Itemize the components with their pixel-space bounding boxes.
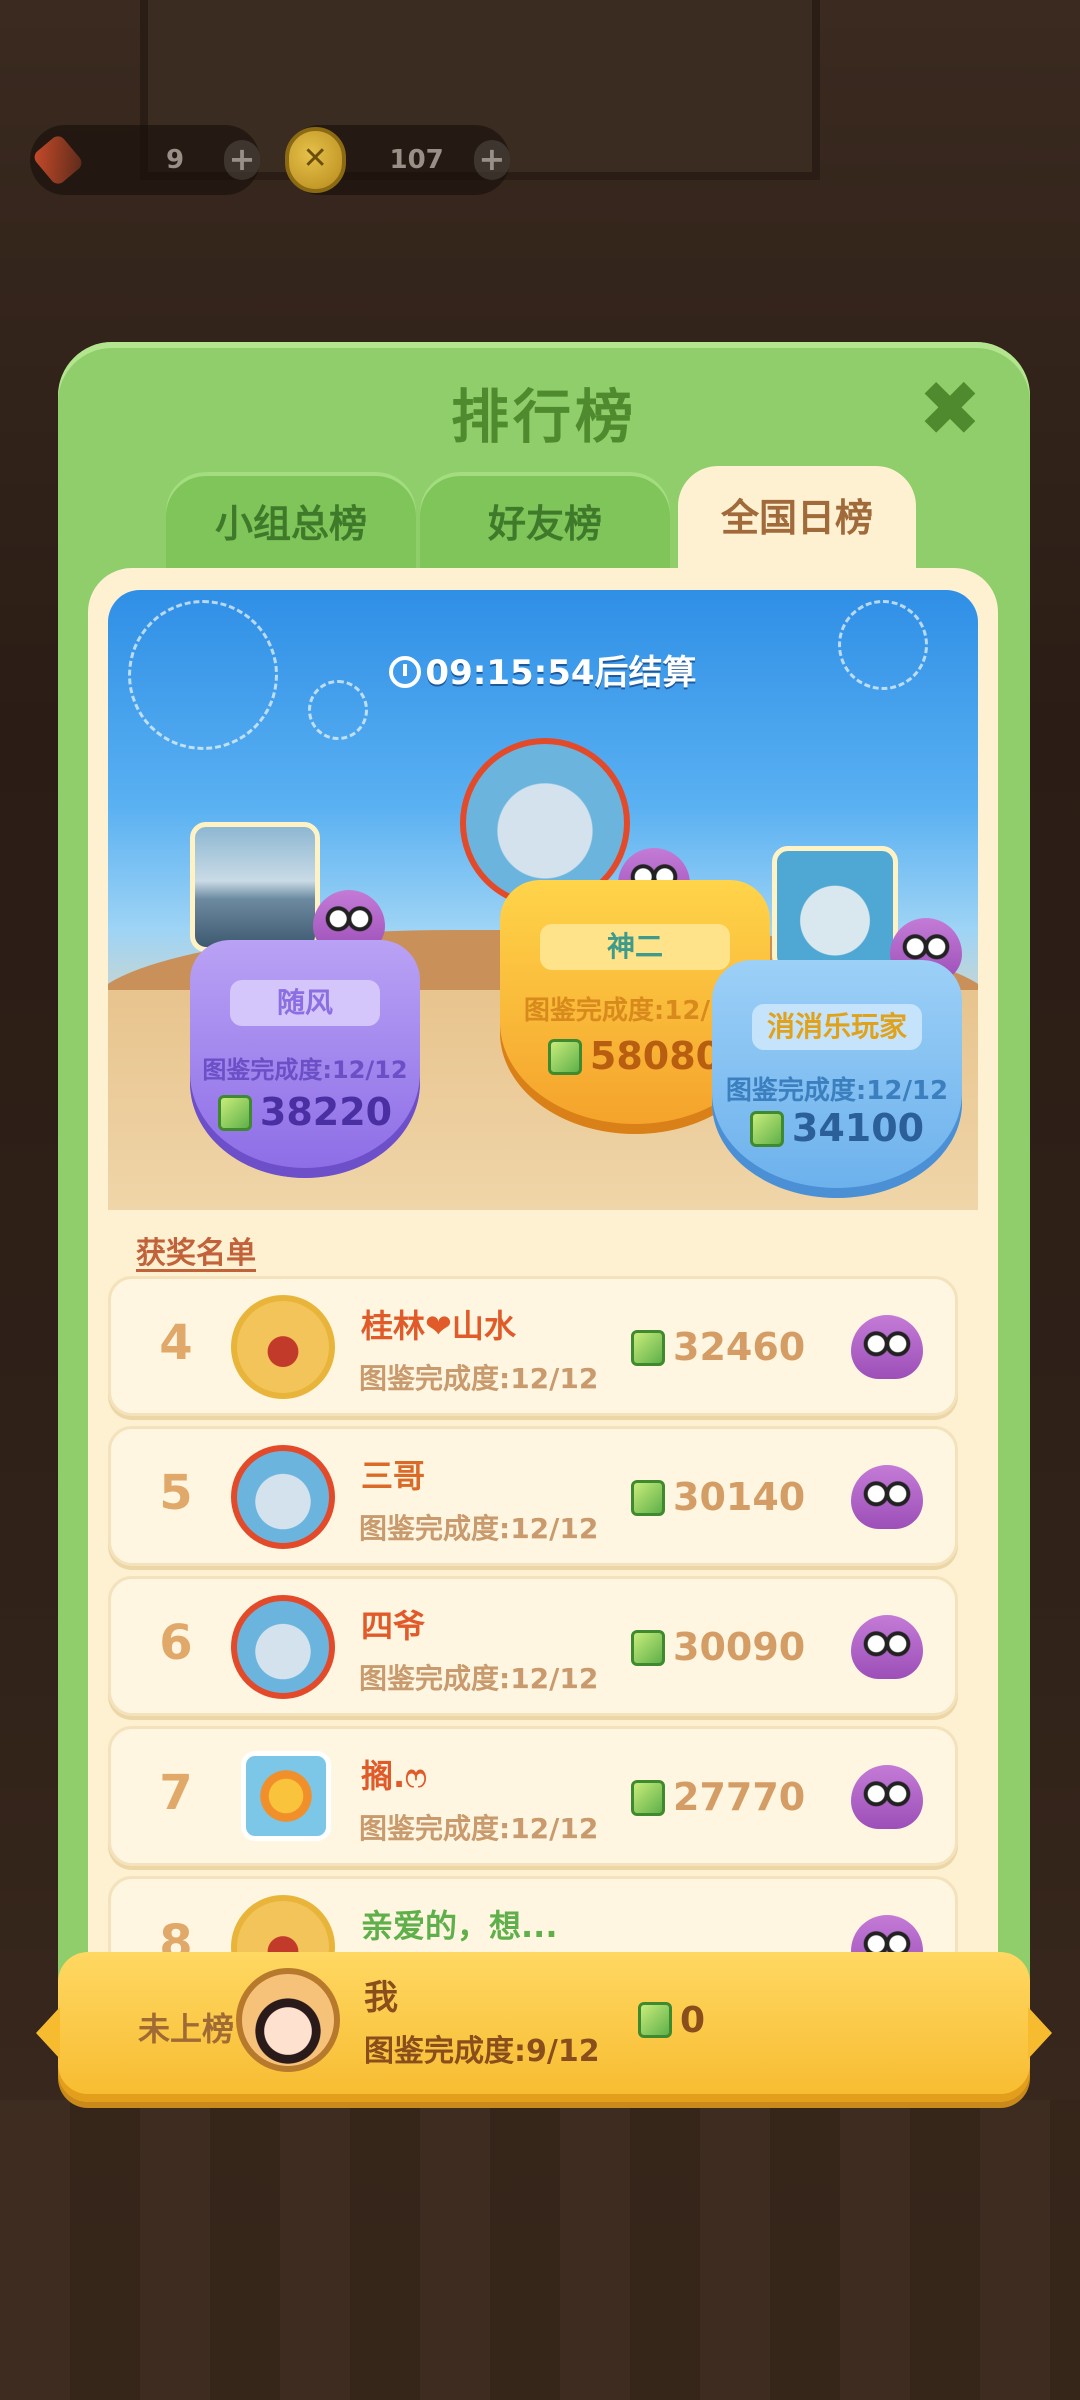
row-avatar (231, 1445, 335, 1549)
row-rank: 7 (159, 1765, 193, 1821)
row-progress: 图鉴完成度:12/12 (359, 1812, 599, 1845)
row-score-value: 32460 (673, 1325, 806, 1369)
owl-pet-icon (851, 1615, 923, 1679)
row-rank: 4 (159, 1315, 193, 1371)
tab-friends[interactable]: 好友榜 (420, 472, 670, 572)
row-progress: 图鉴完成度:12/12 (359, 1512, 599, 1545)
rank3-progress: 图鉴完成度:12/12 (725, 1076, 949, 1106)
settlement-timer: 09:15:54后结算 (108, 645, 978, 694)
row-rank: 6 (159, 1615, 193, 1671)
row-score: 30140 (631, 1475, 805, 1519)
row-avatar (231, 1595, 335, 1699)
my-name: 我 (364, 1978, 398, 2018)
ranking-list[interactable]: 4 桂林❤山水 图鉴完成度:12/12 32460 5 三哥 图鉴完成度:12/… (108, 1276, 958, 1956)
gem-icon (638, 2002, 672, 2038)
rank3-score-value: 34100 (791, 1106, 925, 1150)
row-name: 四爷 (361, 1607, 426, 1645)
clock-icon (389, 656, 422, 688)
owl-pet-icon (851, 1765, 923, 1829)
row-name: 桂林❤山水 (361, 1307, 516, 1345)
rank3-name: 消消乐玩家 (752, 1004, 922, 1050)
owl-pet-icon (851, 1465, 923, 1529)
row-score: 27770 (631, 1775, 805, 1819)
row-progress: 图鉴完成度:12/12 (359, 1362, 599, 1395)
rank2-score-value: 38220 (259, 1090, 393, 1134)
rank1-name: 神二 (540, 924, 730, 970)
row-score-value: 30090 (673, 1625, 806, 1669)
tab-group-total[interactable]: 小组总榜 (166, 472, 416, 572)
podium-rank-2[interactable]: 随风 图鉴完成度:12/12 38220 (190, 940, 420, 1178)
podium-scene: 09:15:54后结算 随风 图鉴完成度:12/12 38220 神二 图鉴完成… (108, 590, 978, 1210)
gem-icon (631, 1780, 665, 1816)
rank2-progress: 图鉴完成度:12/12 (202, 1056, 408, 1084)
row-score-value: 27770 (673, 1775, 806, 1819)
list-item[interactable]: 6 四爷 图鉴完成度:12/12 30090 (108, 1576, 958, 1716)
leaderboard-content: 09:15:54后结算 随风 图鉴完成度:12/12 38220 神二 图鉴完成… (88, 568, 998, 2074)
list-item[interactable]: 5 三哥 图鉴完成度:12/12 30140 (108, 1426, 958, 1566)
row-name: 亲爱的，想... (361, 1907, 558, 1945)
row-score: 30090 (631, 1625, 805, 1669)
my-avatar (236, 1968, 340, 2072)
rank3-avatar[interactable] (772, 846, 898, 972)
coin-counter: ✕ 107 + (285, 125, 510, 195)
row-score: 32460 (631, 1325, 805, 1369)
rank2-name: 随风 (230, 980, 380, 1026)
gem-icon (631, 1330, 665, 1366)
row-score-value: 30140 (673, 1475, 806, 1519)
my-rank-bar[interactable]: 未上榜 我 图鉴完成度:9/12 0 (36, 1952, 1052, 2102)
firework-icon (31, 133, 85, 187)
row-avatar (231, 1295, 335, 1399)
add-coin-button[interactable]: + (473, 140, 510, 180)
row-name: 三哥 (361, 1457, 426, 1495)
gem-icon (631, 1480, 665, 1516)
coin-value: 107 (389, 145, 444, 175)
row-avatar (231, 1895, 335, 1956)
row-rank: 8 (159, 1915, 193, 1956)
timer-text: 09:15:54后结算 (425, 653, 697, 693)
my-progress: 图鉴完成度:9/12 (364, 2034, 600, 2069)
row-name: 搁.ෆ (361, 1757, 427, 1795)
list-item[interactable]: 4 桂林❤山水 图鉴完成度:12/12 32460 (108, 1276, 958, 1416)
close-button[interactable]: ✖ (914, 371, 986, 448)
panel-title: 排行榜 (450, 383, 637, 451)
ammo-value: 9 (165, 145, 185, 175)
winners-list-title: 获奖名单 (136, 1236, 256, 1271)
rank2-avatar[interactable] (190, 822, 320, 952)
my-score: 0 (638, 2000, 705, 2041)
rank3-score: 34100 (712, 1106, 962, 1150)
podium-rank-3[interactable]: 消消乐玩家 图鉴完成度:12/12 34100 (712, 960, 962, 1198)
gem-icon (547, 1039, 582, 1075)
row-rank: 5 (159, 1465, 193, 1521)
background-floor (0, 2100, 1080, 2400)
row-avatar (241, 1751, 331, 1841)
ammo-counter: 9 + (30, 125, 260, 195)
gem-icon (631, 1630, 665, 1666)
tab-national-daily[interactable]: 全国日榜 (678, 466, 916, 576)
row-progress: 图鉴完成度:12/12 (359, 1662, 599, 1695)
add-ammo-button[interactable]: + (224, 140, 260, 180)
bar-tip-left (36, 2007, 60, 2059)
my-score-value: 0 (680, 2000, 706, 2041)
list-item[interactable]: 7 搁.ෆ 图鉴完成度:12/12 27770 (108, 1726, 958, 1866)
list-item[interactable]: 8 亲爱的，想... (108, 1876, 958, 1956)
rank1-score-value: 58080 (589, 1034, 723, 1078)
my-rank-status: 未上榜 (138, 2010, 235, 2048)
gem-icon (217, 1095, 252, 1131)
coin-icon: ✕ (285, 127, 346, 193)
owl-pet-icon (851, 1915, 923, 1956)
leaderboard-panel: 排行榜 ✖ 小组总榜 好友榜 全国日榜 09:15:54后结算 随风 图鉴完成度… (36, 342, 1052, 2102)
bar-tip-right (1028, 2007, 1052, 2059)
rank2-score: 38220 (190, 1090, 420, 1134)
gem-icon (749, 1111, 784, 1147)
owl-pet-icon (851, 1315, 923, 1379)
